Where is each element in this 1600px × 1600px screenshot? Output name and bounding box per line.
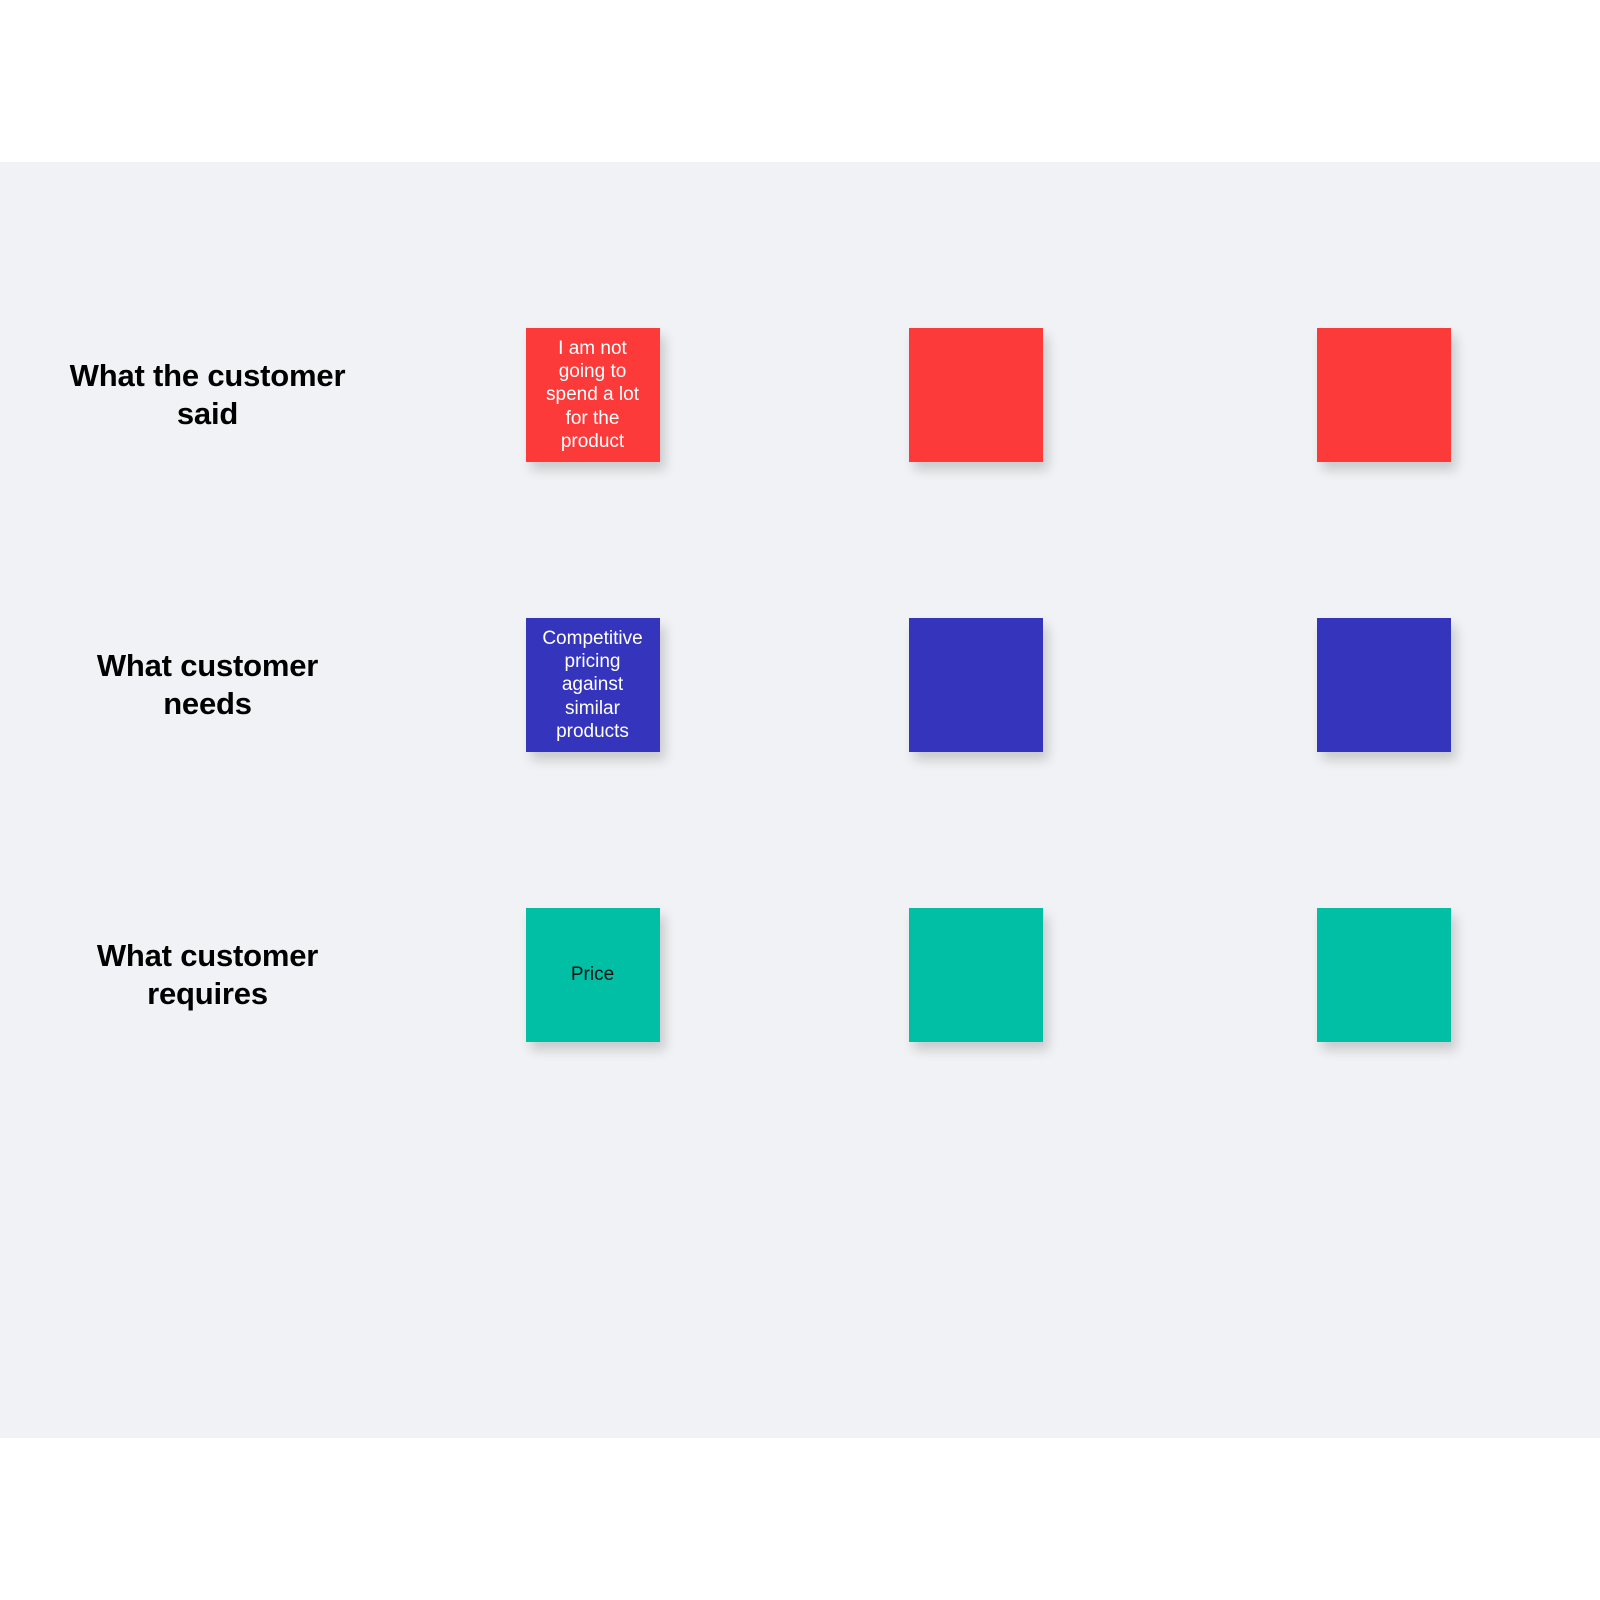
sticky-note[interactable]: Price <box>525 908 660 1042</box>
sticky-note[interactable] <box>909 328 1043 462</box>
sticky-note[interactable] <box>909 908 1043 1042</box>
grid-cell-row2-col3[interactable] <box>802 556 1150 814</box>
affinity-diagram-grid: What the customer said I am not going to… <box>32 266 1565 1104</box>
sticky-note[interactable] <box>909 618 1043 752</box>
grid-cell-row3-col3[interactable] <box>802 846 1150 1104</box>
sticky-note[interactable]: Competitive pricing against similar prod… <box>525 618 660 752</box>
grid-cell-row3-col4[interactable] <box>1184 846 1566 1104</box>
grid-cell-row3-col2[interactable]: Price <box>417 846 768 1104</box>
grid-cell-row2-col4[interactable] <box>1184 556 1566 814</box>
grid-cell-row1-col2[interactable]: I am not going to spend a lot for the pr… <box>417 266 768 524</box>
row-header-cell-customer-needs[interactable]: What customer needs <box>32 556 383 814</box>
sticky-note[interactable]: I am not going to spend a lot for the pr… <box>525 328 660 462</box>
sticky-note-text: Price <box>570 964 615 986</box>
row-header-cell-customer-requires[interactable]: What customer requires <box>32 846 383 1104</box>
row-header-label: What customer requires <box>96 938 319 1011</box>
sticky-note-text: Competitive pricing against similar prod… <box>542 628 643 742</box>
row-header-label: What the customer said <box>69 358 346 431</box>
sticky-note[interactable] <box>1317 618 1451 752</box>
sticky-note[interactable] <box>1317 328 1451 462</box>
sticky-note-text: I am not going to spend a lot for the pr… <box>546 338 639 452</box>
grid-cell-row1-col3[interactable] <box>802 266 1150 524</box>
row-header-label: What customer needs <box>96 648 319 721</box>
grid-cell-row1-col4[interactable] <box>1184 266 1566 524</box>
sticky-note[interactable] <box>1317 908 1451 1042</box>
row-header-cell-customer-said[interactable]: What the customer said <box>32 266 383 524</box>
grid-cell-row2-col2[interactable]: Competitive pricing against similar prod… <box>417 556 768 814</box>
